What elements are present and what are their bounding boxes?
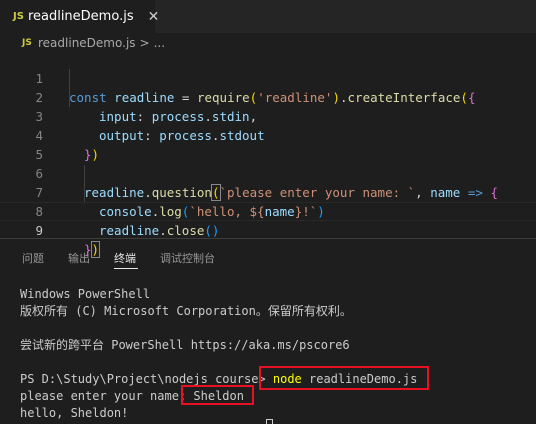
tab-readlinedemo[interactable]: JS readlineDemo.js ✕ [0,0,159,33]
terminal[interactable]: Windows PowerShell 版权所有 (C) Microsoft Co… [0,280,536,424]
terminal-prompt: PS D:\Study\Project\nodejs course> [20,372,273,386]
terminal-cursor [266,419,273,424]
code-line-4: 4 }) [0,107,536,162]
code-line-3: 3 output: process.stdout [0,88,536,143]
tab-terminal[interactable]: 终端 [114,250,136,266]
close-icon[interactable]: ✕ [148,9,160,25]
code-line-8: 8 readline.close() [0,183,536,238]
terminal-line: hello, Sheldon! [20,406,129,420]
tab-problems[interactable]: 问题 [22,250,44,266]
tab-debug-console[interactable]: 调试控制台 [160,250,215,266]
code-line-6: 6 readline.question(`please enter your n… [0,145,536,201]
editor-tab-bar: JS readlineDemo.js ✕ [0,0,536,33]
code-line-5: 5 [0,126,536,162]
code-editor[interactable]: 1 const readline = require('readline').c… [0,50,536,258]
javascript-file-icon: JS [13,11,24,22]
chevron-right-icon: > [139,36,150,50]
code-line-9: 9 }) [0,202,536,258]
terminal-line: Windows PowerShell [20,287,151,301]
terminal-line: 尝试新的跨平台 PowerShell https://aka.ms/pscore… [20,338,350,352]
breadcrumb-file[interactable]: readlineDemo.js [38,36,136,50]
code-line-7: 7 console.log(`hello, ${name}!`) [0,164,536,219]
tab-title: readlineDemo.js [27,9,134,24]
active-tab-indicator [114,268,138,269]
breadcrumb-more[interactable]: ... [154,36,165,50]
panel-divider [0,238,536,239]
terminal-question: please enter your name: [20,389,194,403]
code-line-2: 2 input: process.stdin, [0,69,536,124]
code-line-1: 1 const readline = require('readline').c… [0,50,536,105]
terminal-line: 版权所有 (C) Microsoft Corporation。保留所有权利。 [20,304,352,318]
command-highlight-box [259,366,429,390]
panel-tab-bar: 问题 输出 终端 调试控制台 [0,244,536,272]
input-highlight-box [181,385,254,405]
tab-output[interactable]: 输出 [68,250,90,266]
javascript-file-icon: JS [22,38,32,48]
